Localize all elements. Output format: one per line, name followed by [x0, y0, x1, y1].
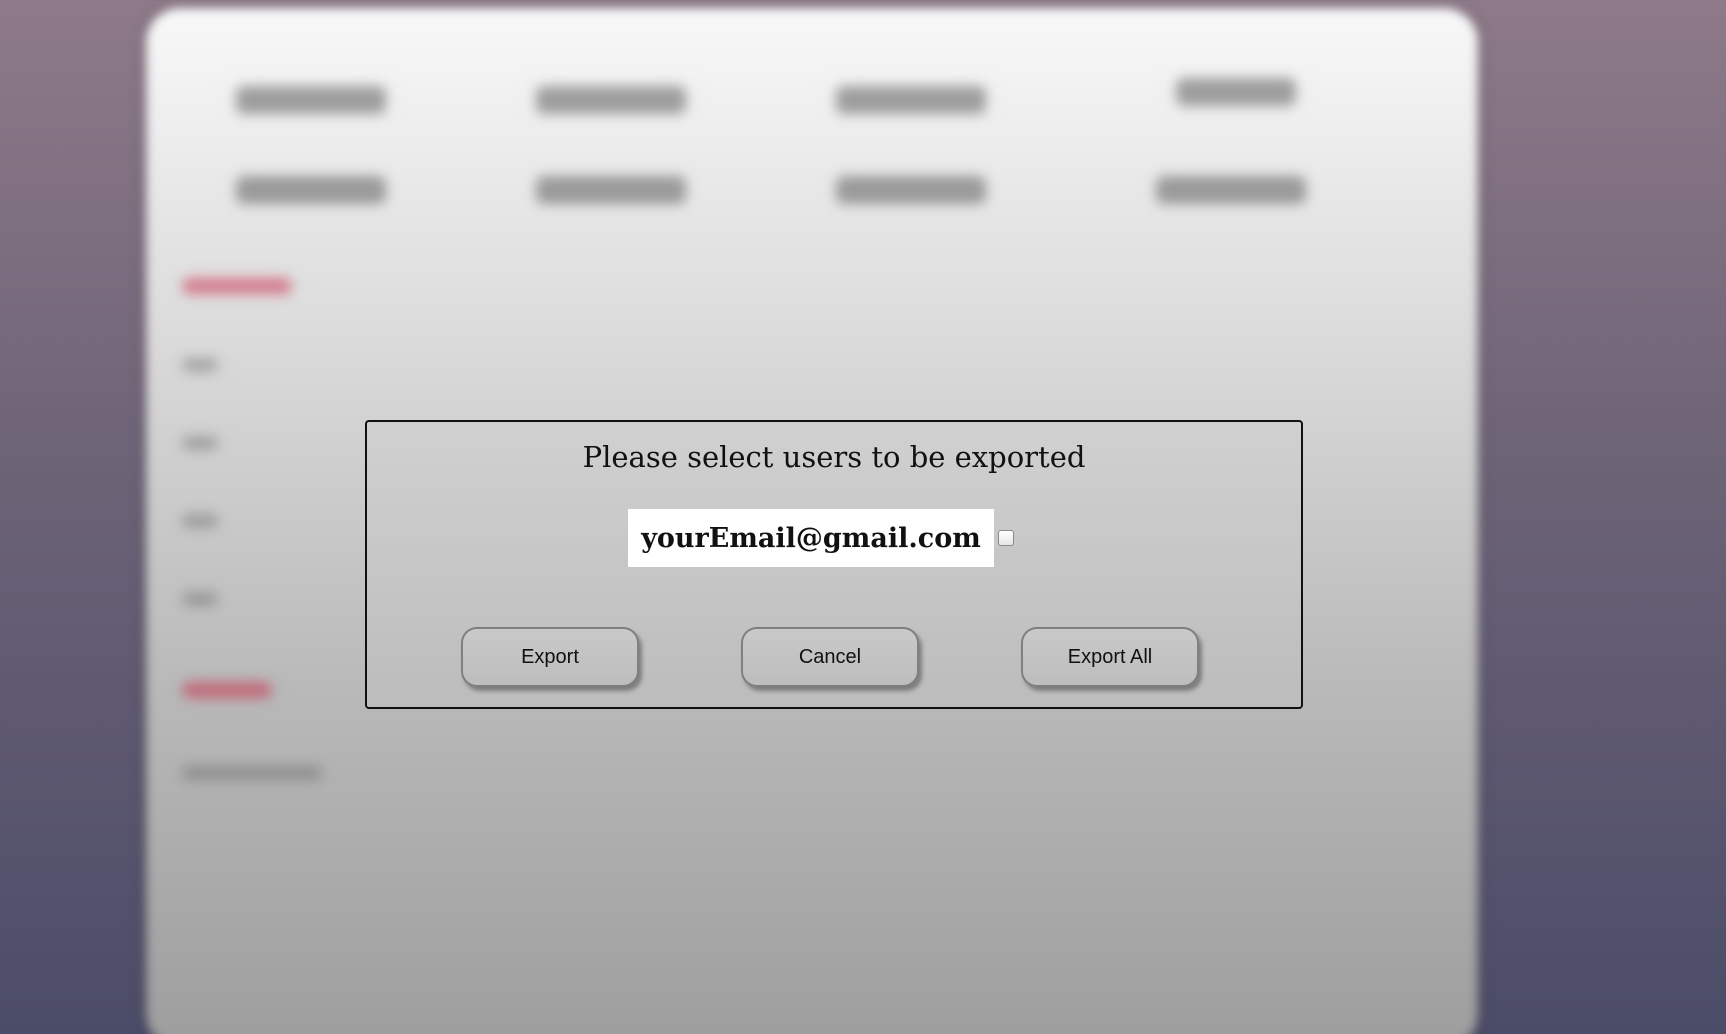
blurred-nav-item [1176, 78, 1296, 106]
blurred-nav-item [236, 176, 386, 204]
blurred-nav-item [536, 86, 686, 114]
export-button[interactable]: Export [461, 627, 639, 687]
blurred-sidebar-item [182, 514, 218, 528]
blurred-section-heading [182, 682, 272, 698]
blurred-sidebar-item [182, 592, 218, 606]
user-row: yourEmail@gmail.com [628, 509, 1014, 567]
blurred-nav-item [536, 176, 686, 204]
export-all-button[interactable]: Export All [1021, 627, 1199, 687]
blurred-sidebar-item [182, 358, 218, 372]
user-email-label: yourEmail@gmail.com [628, 509, 994, 567]
blurred-sidebar-item [182, 436, 218, 450]
cancel-button[interactable]: Cancel [741, 627, 919, 687]
dialog-title: Please select users to be exported [582, 440, 1086, 474]
blurred-nav-item [236, 86, 386, 114]
blurred-nav-item [1156, 176, 1306, 204]
blurred-section-heading [182, 278, 292, 294]
blurred-nav-item [836, 176, 986, 204]
export-users-dialog: Please select users to be exported yourE… [365, 420, 1303, 709]
blurred-sidebar-item [182, 766, 322, 780]
user-select-checkbox[interactable] [998, 530, 1014, 546]
blurred-nav-item [836, 86, 986, 114]
